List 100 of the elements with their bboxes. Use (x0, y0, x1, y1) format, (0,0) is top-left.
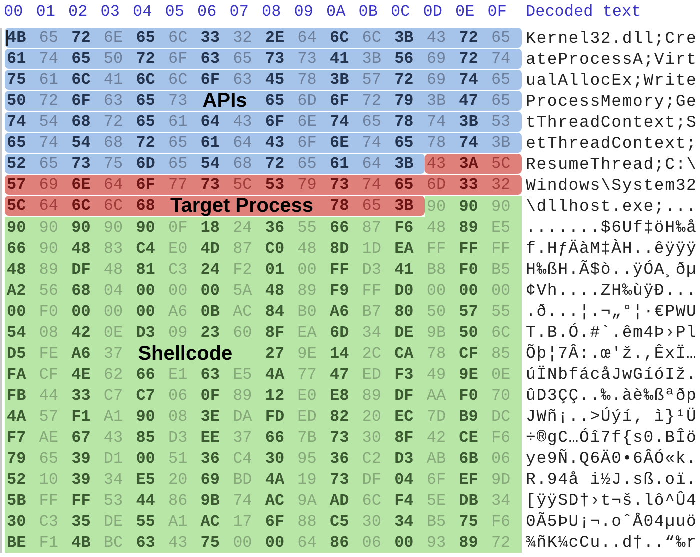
hex-byte: 74 (459, 134, 480, 152)
hex-byte: 73 (72, 155, 92, 173)
hex-byte: 55 (136, 512, 156, 530)
decoded-text: .ð...¦.¬„°¦·€PWU (526, 301, 698, 322)
hex-byte: 30 (362, 428, 382, 446)
hex-byte: 89 (362, 386, 382, 404)
hex-byte: 89 (298, 282, 318, 300)
hex-byte: 39 (72, 470, 92, 488)
hex-byte: F0 (459, 260, 480, 278)
hex-byte: 69 (426, 50, 448, 68)
column-header: 0E (456, 3, 476, 21)
hex-byte: 64 (362, 155, 382, 173)
hex-byte: 65 (168, 155, 189, 173)
hex-byte: FA (7, 366, 28, 384)
hex-byte: F1 (39, 534, 60, 552)
hex-byte: 00 (136, 302, 156, 320)
hex-byte: CA (394, 344, 415, 362)
hex-byte: 53 (265, 176, 286, 194)
hex-byte: 89 (39, 260, 60, 278)
hex-byte: 72 (104, 113, 124, 131)
hex-byte: 42 (72, 324, 92, 342)
hex-byte: 04 (394, 470, 415, 488)
column-header: 01 (36, 3, 56, 21)
hex-byte: ED (362, 366, 382, 384)
hex-byte: 68 (104, 134, 124, 152)
hex-byte: 90 (72, 218, 92, 236)
hex-byte: AE (39, 428, 60, 446)
hex-byte: 6F (265, 512, 286, 530)
hex-byte: 41 (394, 260, 415, 278)
hex-byte: 6F (136, 176, 156, 194)
hex-byte: 62 (104, 366, 124, 384)
hex-byte: 65 (39, 450, 60, 468)
hex-byte: EC (394, 408, 415, 426)
hex-byte: 81 (136, 260, 156, 278)
hex-byte: BD (233, 470, 254, 488)
hex-byte: 6C (491, 324, 512, 342)
hex-byte: 63 (200, 50, 221, 68)
hex-byte: 12 (265, 386, 286, 404)
hex-byte: 43 (426, 29, 448, 47)
hex-byte: CE (459, 428, 480, 446)
hex-byte: 53 (104, 492, 124, 510)
hex-byte: 0F (200, 386, 221, 404)
hex-byte: 57 (7, 176, 28, 194)
hex-byte: F0 (39, 302, 60, 320)
hex-byte: 42 (426, 428, 448, 446)
hex-byte: B5 (426, 512, 448, 530)
hex-byte: 1D (362, 240, 382, 258)
hex-byte: 23 (200, 324, 221, 342)
hex-byte: 61 (39, 71, 60, 89)
hex-byte: 6C (104, 197, 124, 215)
hex-byte: 48 (265, 282, 286, 300)
hex-byte: 32 (491, 176, 512, 194)
hex-byte: 09 (168, 324, 189, 342)
hex-byte: B8 (426, 260, 448, 278)
column-header: 0C (391, 3, 412, 21)
decoded-text: \dllhost.exe;... (526, 196, 698, 217)
hex-byte: 64 (233, 134, 254, 152)
hex-byte: 65 (394, 134, 415, 152)
hex-byte: 18 (200, 218, 221, 236)
hex-byte: 74 (39, 134, 60, 152)
hex-byte: 68 (136, 197, 156, 215)
hex-byte: 9B (200, 492, 221, 510)
hex-byte: 04 (104, 282, 124, 300)
hex-byte: 95 (298, 450, 318, 468)
hex-byte: C3 (168, 260, 189, 278)
hex-byte: C4 (136, 240, 156, 258)
hex-byte: 90 (491, 198, 512, 216)
hex-byte: FF (72, 492, 92, 510)
hex-byte: EF (459, 470, 480, 488)
hex-byte: AC (265, 492, 286, 510)
hex-byte: 3B (459, 113, 480, 131)
hex-byte: 4B (7, 29, 28, 47)
hex-byte: 68 (72, 113, 92, 131)
hex-byte: 73 (330, 428, 350, 446)
column-header: 00 (4, 3, 24, 21)
hex-byte: D3 (136, 324, 156, 342)
hex-byte: 74 (362, 134, 382, 152)
hex-byte: 72 (265, 155, 286, 173)
hex-byte: 36 (265, 218, 286, 236)
hex-byte: 90 (7, 218, 28, 236)
hex-byte: 65 (233, 50, 254, 68)
hex-byte: 30 (7, 512, 28, 530)
hex-byte: 69 (200, 470, 221, 488)
hex-byte: 5E (426, 492, 448, 510)
hex-byte: AD (330, 492, 350, 510)
hex-byte: 6C (72, 197, 92, 215)
hex-byte: 68 (233, 155, 254, 173)
hex-byte: 61 (200, 134, 221, 152)
hex-byte: 83 (104, 240, 124, 258)
hex-byte: DF (362, 470, 382, 488)
hex-byte: CF (459, 344, 480, 362)
hex-byte: 50 (426, 302, 448, 320)
hex-byte: D0 (394, 282, 415, 300)
hex-byte: 89 (459, 218, 480, 236)
hex-byte: 3B (491, 134, 512, 152)
hex-byte: 50 (7, 92, 28, 110)
hex-byte: BC (104, 534, 124, 552)
hex-byte: 90 (39, 240, 60, 258)
hex-byte: E5 (233, 366, 254, 384)
hex-byte: 60 (233, 324, 254, 342)
